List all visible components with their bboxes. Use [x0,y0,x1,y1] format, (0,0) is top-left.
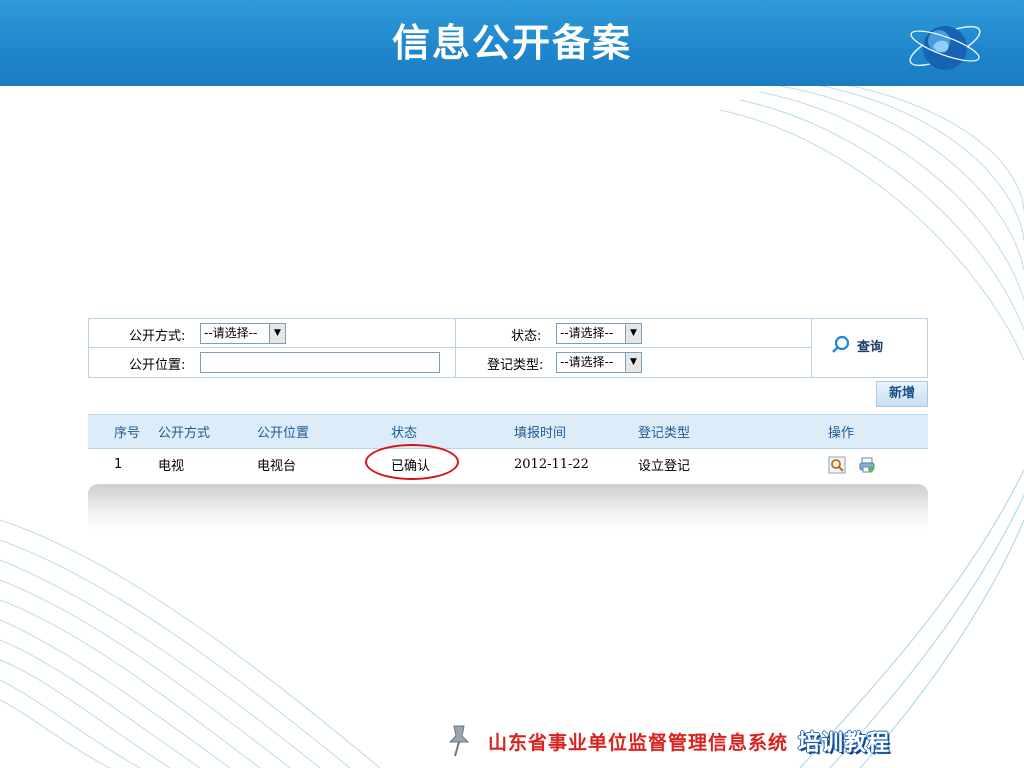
regtype-label: 登记类型: [487,358,544,373]
print-icon[interactable] [858,456,876,474]
record-panel: 公开方式: --请选择-- ▼ 状态: --请选择-- ▼ 公开位置: 登记类型… [88,318,928,481]
regtype-select[interactable]: --请选择-- ▼ [556,352,642,373]
way-select[interactable]: --请选择-- ▼ [200,323,286,344]
status-select[interactable]: --请选择-- ▼ [556,323,642,344]
column-header: 公开方式 [158,414,257,449]
table-row[interactable]: 1 电视 电视台 已确认 2012-11-22 设立登记 [88,444,928,481]
way-label: 公开方式: [129,329,186,344]
cell-actions [828,449,928,481]
dropdown-arrow-icon[interactable]: ▼ [625,324,641,343]
table-header-row: 序号 公开方式 公开位置 状态 填报时间 登记类型 操作 [88,414,928,449]
status-select-value: --请选择-- [560,326,614,340]
position-label: 公开位置: [129,358,186,373]
add-button[interactable]: 新增 [876,381,928,407]
highlight-ring [365,444,459,481]
globe-icon [909,25,981,70]
dropdown-arrow-icon[interactable]: ▼ [269,324,285,343]
regtype-select-value: --请选择-- [560,355,614,369]
column-header: 填报时间 [514,414,638,449]
cell-way: 电视 [158,459,185,475]
column-header: 操作 [828,414,928,449]
position-input[interactable] [200,352,440,373]
dropdown-arrow-icon[interactable]: ▼ [625,353,641,372]
search-button-label: 查询 [857,339,884,355]
view-icon[interactable] [828,456,846,474]
title-bar: 信息公开备案 [0,0,1024,86]
filter-form: 公开方式: --请选择-- ▼ 状态: --请选择-- ▼ 公开位置: 登记类型… [88,318,928,378]
footer-badge: 培训教程 [798,731,891,756]
slide-caption [103,248,923,288]
page-title: 信息公开备案 [391,20,632,65]
way-select-value: --请选择-- [204,326,258,340]
search-button[interactable]: 查询 [831,335,883,355]
filter-row: 公开位置: 登记类型: --请选择-- ▼ [89,348,811,377]
filter-row: 公开方式: --请选择-- ▼ 状态: --请选择-- ▼ [89,319,811,348]
column-header: 公开位置 [257,414,391,449]
search-icon [832,335,850,353]
records-table: 序号 公开方式 公开位置 状态 填报时间 登记类型 操作 1 电视 电视台 已确… [88,414,928,481]
cell-status: 已确认 [365,444,514,481]
cell-regtype: 设立登记 [638,459,691,475]
cell-date: 2012-11-22 [514,457,589,473]
footer-banner: 山东省事业单位监督管理信息系统 培训教程 [446,718,1006,764]
cell-seq: 1 [114,457,123,473]
footer-system-name: 山东省事业单位监督管理信息系统 [488,731,789,754]
pushpin-icon [448,725,470,757]
status-label: 状态: [511,329,542,344]
column-header: 序号 [88,414,158,449]
divider [455,319,456,377]
column-header: 登记类型 [638,414,828,449]
table-reflection [88,484,928,532]
status-highlight: 已确认 [365,444,459,481]
toolbar: 新增 [88,378,928,410]
divider [811,319,812,377]
